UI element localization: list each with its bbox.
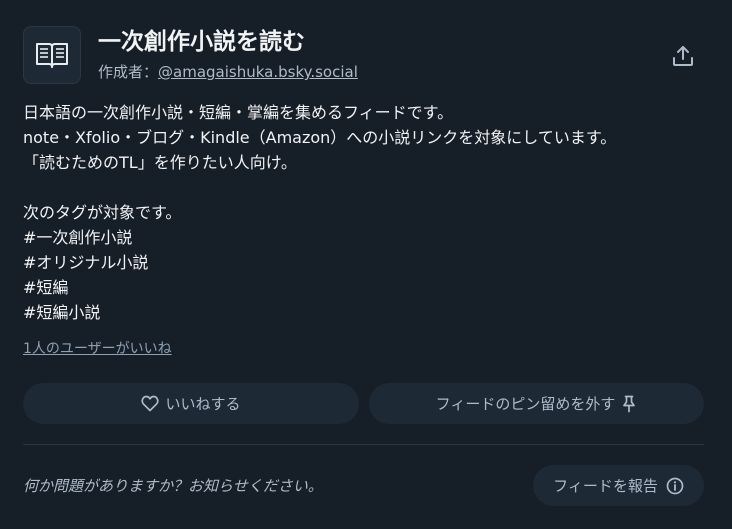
report-button-label: フィードを報告 [553,477,658,495]
like-button-label: いいねする [165,395,241,413]
creator-prefix: 作成者： [98,63,159,81]
unpin-feed-button[interactable]: フィードのピン留めを外す [369,383,704,424]
unpin-button-label: フィードのピン留めを外す [435,395,616,413]
feed-title: 一次創作小説を読む [98,29,305,55]
feed-creator: 作成者：@amagaishuka.bsky.social [98,62,358,82]
creator-handle-link[interactable]: @amagaishuka.bsky.social [158,63,358,81]
share-button[interactable] [667,40,699,72]
share-icon [671,44,695,68]
feed-header: 一次創作小説を読む 作成者：@amagaishuka.bsky.social [23,26,709,86]
book-icon [34,41,70,69]
report-feed-button[interactable]: フィードを報告 [533,465,704,506]
likes-link[interactable]: 1人のユーザーがいいね [23,339,172,359]
description-line: 「読むためのTL」を作りたい人向け。 [23,153,297,172]
feed-avatar [23,26,81,84]
hashtag-line: #短編小説 [23,303,101,322]
feed-panel: 一次創作小説を読む 作成者：@amagaishuka.bsky.social 日… [0,0,732,529]
hashtag-line: #一次創作小説 [23,228,133,247]
like-button[interactable]: いいねする [23,383,359,424]
report-prompt: 何か問題がありますか？お知らせください。 [23,477,323,495]
info-icon [666,477,684,495]
hashtag-line: #短編 [23,278,69,297]
feed-description: 日本語の一次創作小説・短編・掌編を集めるフィードです。 note・Xfolio・ブ… [23,100,713,325]
divider [23,444,704,445]
description-line [23,175,713,200]
description-line: 次のタグが対象です。 [23,203,182,222]
description-line: note・Xfolio・ブログ・Kindle（Amazon）への小説リンクを対象… [23,128,617,147]
heart-icon [141,395,160,412]
pin-icon [621,395,637,413]
description-line: 日本語の一次創作小説・短編・掌編を集めるフィードです。 [23,103,454,122]
hashtag-line: #オリジナル小説 [23,253,149,272]
